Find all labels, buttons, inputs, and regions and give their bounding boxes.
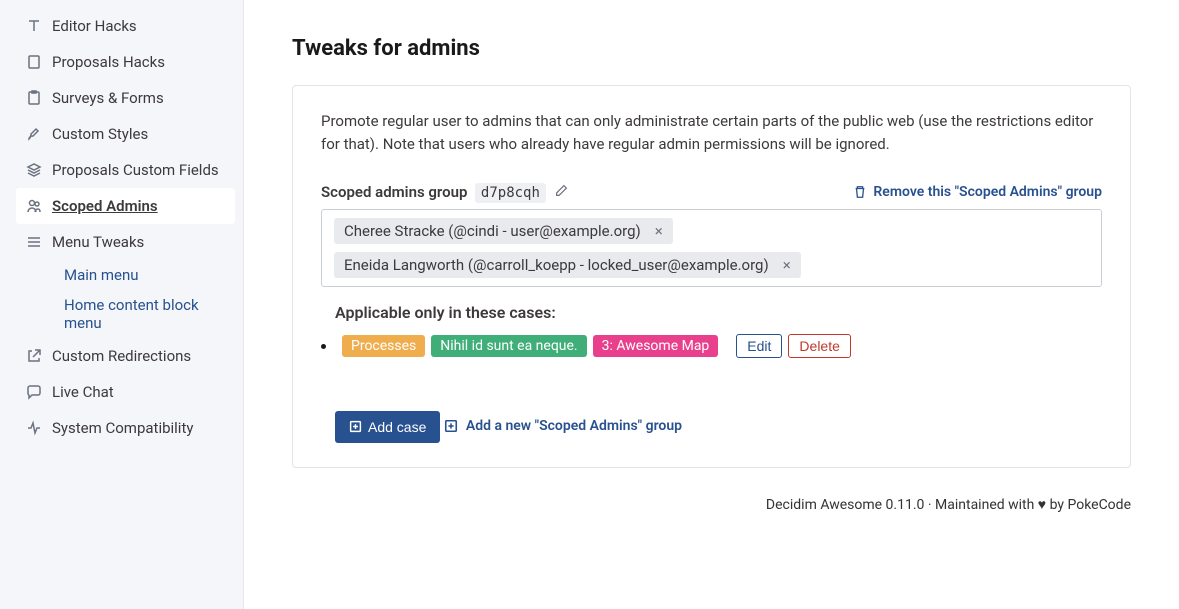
case-row: Processes Nihil id sunt ea neque. 3: Awe… [321,334,1102,358]
applicable-heading: Applicable only in these cases: [335,303,1102,322]
plus-square-icon [349,420,362,433]
group-label: Scoped admins group [321,183,467,201]
sidebar: Editor Hacks Proposals Hacks Surveys & F… [0,0,244,609]
sidebar-item-editor-hacks[interactable]: Editor Hacks [0,8,243,44]
add-case-label: Add case [368,419,426,435]
plus-square-icon [444,419,458,433]
user-chip: Cheree Stracke (@cindi - user@example.or… [334,218,673,244]
group-header: Scoped admins group d7p8cqh Remove this … [321,183,1102,201]
sidebar-item-styles[interactable]: Custom Styles [0,116,243,152]
add-group-label: Add a new "Scoped Admins" group [466,418,682,434]
layers-icon [26,162,42,178]
main-content: Tweaks for admins Promote regular user t… [244,0,1179,609]
users-icon [26,198,42,214]
remove-group-label: Remove this "Scoped Admins" group [873,184,1102,200]
delete-case-button[interactable]: Delete [788,334,850,358]
clipboard-icon [26,90,42,106]
user-chip: Eneida Langworth (@carroll_koepp - locke… [334,252,801,278]
chip-remove-icon[interactable]: × [651,222,667,240]
sidebar-item-label: Custom Styles [52,125,148,143]
sidebar-item-redirections[interactable]: Custom Redirections [0,338,243,374]
tag-component: 3: Awesome Map [593,335,719,357]
group-code: d7p8cqh [475,183,546,203]
sidebar-item-chat[interactable]: Live Chat [0,374,243,410]
sidebar-item-label: System Compatibility [52,419,193,437]
footer-text: Decidim Awesome 0.11.0 · Maintained with… [292,496,1131,513]
sidebar-item-proposals-hacks[interactable]: Proposals Hacks [0,44,243,80]
bullet-icon [321,344,326,349]
sidebar-item-compat[interactable]: System Compatibility [0,410,243,446]
sidebar-item-scoped-admins[interactable]: Scoped Admins [16,188,235,224]
sidebar-item-label: Menu Tweaks [52,233,144,251]
tag-processes: Processes [342,335,425,357]
sidebar-item-label: Proposals Hacks [52,53,165,71]
chat-icon [26,384,42,400]
text-icon [26,18,42,34]
trash-icon [853,185,867,199]
sidebar-item-label: Scoped Admins [52,197,158,215]
chip-remove-icon[interactable]: × [779,256,795,274]
remove-group-link[interactable]: Remove this "Scoped Admins" group [853,184,1102,200]
sidebar-item-label: Proposals Custom Fields [52,161,219,179]
activity-icon [26,420,42,436]
menu-icon [26,234,42,250]
add-case-button[interactable]: Add case [335,411,440,443]
sidebar-item-menu-tweaks[interactable]: Menu Tweaks [0,224,243,260]
sidebar-sub-home-block[interactable]: Home content block menu [0,290,243,338]
sidebar-sub-main-menu[interactable]: Main menu [0,260,243,290]
page-title: Tweaks for admins [292,36,1131,61]
tag-space: Nihil id sunt ea neque. [431,335,586,357]
document-icon [26,54,42,70]
intro-text: Promote regular user to admins that can … [321,110,1102,155]
users-input[interactable]: Cheree Stracke (@cindi - user@example.or… [321,209,1102,287]
panel: Promote regular user to admins that can … [292,85,1131,468]
pencil-icon[interactable] [555,185,568,201]
edit-case-button[interactable]: Edit [736,334,782,358]
sidebar-item-label: Surveys & Forms [52,89,164,107]
sidebar-item-custom-fields[interactable]: Proposals Custom Fields [0,152,243,188]
chip-label: Cheree Stracke (@cindi - user@example.or… [344,222,641,240]
sidebar-item-label: Custom Redirections [52,347,191,365]
external-link-icon [26,348,42,364]
sidebar-item-label: Editor Hacks [52,17,137,35]
add-group-link[interactable]: Add a new "Scoped Admins" group [444,418,682,434]
chip-label: Eneida Langworth (@carroll_koepp - locke… [344,256,769,274]
brush-icon [26,126,42,142]
sidebar-item-label: Live Chat [52,383,114,401]
sidebar-item-surveys[interactable]: Surveys & Forms [0,80,243,116]
